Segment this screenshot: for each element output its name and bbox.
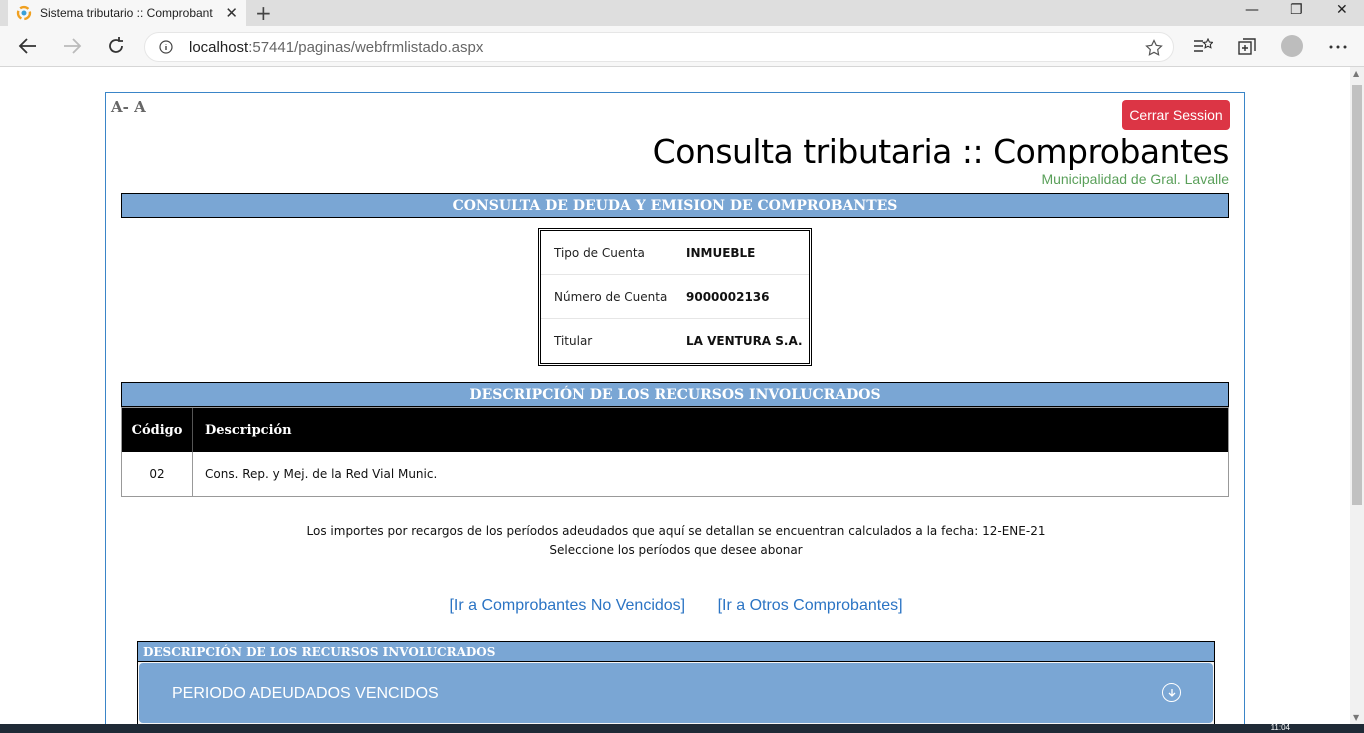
- minimize-icon[interactable]: —: [1245, 2, 1259, 18]
- address-bar[interactable]: localhost:57441/paginas/webfrmlistado.as…: [144, 32, 1174, 62]
- window-close-icon[interactable]: ✕: [1336, 2, 1348, 18]
- page-title: Consulta tributaria :: Comprobantes: [652, 132, 1230, 171]
- chevron-down-glyph: [1168, 688, 1175, 697]
- periods-panel: DESCRIPCIÓN DE LOS RECURSOS INVOLUCRADOS…: [137, 641, 1215, 724]
- column-header-descripcion: Descripción: [205, 423, 292, 438]
- site-favicon-icon: [16, 5, 32, 21]
- page-subtitle: Municipalidad de Gral. Lavalle: [1041, 171, 1229, 187]
- table-row: 02 Cons. Rep. y Mej. de la Red Vial Muni…: [122, 452, 1228, 496]
- section-header-consulta: CONSULTA DE DEUDA Y EMISION DE COMPROBAN…: [121, 193, 1229, 218]
- vertical-scrollbar[interactable]: ▲ ▼: [1350, 67, 1364, 724]
- back-arrow-icon[interactable]: [18, 37, 38, 55]
- cell-codigo: 02: [122, 452, 193, 496]
- page-viewport: A- A Cerrar Session Consulta tributaria …: [0, 67, 1364, 724]
- account-value: INMUEBLE: [686, 246, 756, 260]
- new-tab-icon[interactable]: +: [255, 1, 272, 25]
- site-info-icon[interactable]: [159, 40, 173, 54]
- more-menu-icon[interactable]: [1329, 45, 1347, 49]
- account-row: Titular LA VENTURA S.A.: [541, 319, 809, 363]
- account-value: LA VENTURA S.A.: [686, 334, 803, 348]
- url-path: :57441/paginas/webfrmlistado.aspx: [248, 39, 484, 56]
- column-header-codigo: Código: [122, 408, 193, 452]
- refresh-icon[interactable]: [106, 36, 126, 56]
- page-container: A- A Cerrar Session Consulta tributaria …: [105, 92, 1245, 724]
- tab-close-icon[interactable]: ✕: [225, 4, 238, 22]
- url-text: localhost:57441/paginas/webfrmlistado.as…: [189, 39, 483, 56]
- chevron-down-icon[interactable]: [1162, 683, 1181, 702]
- recargos-note: Los importes por recargos de los período…: [306, 524, 1046, 538]
- account-value: 9000002136: [686, 290, 770, 304]
- scroll-down-icon[interactable]: ▼: [1353, 713, 1359, 722]
- profile-avatar-icon[interactable]: [1281, 35, 1303, 57]
- favorite-star-icon[interactable]: [1145, 39, 1163, 57]
- link-comprobantes-no-vencidos[interactable]: [Ir a Comprobantes No Vencidos]: [449, 597, 685, 614]
- accordion-periodos-vencidos[interactable]: PERIODO ADEUDADOS VENCIDOS: [139, 663, 1213, 723]
- table-header-row: Código Descripción: [122, 408, 1228, 452]
- panel-header: DESCRIPCIÓN DE LOS RECURSOS INVOLUCRADOS: [138, 642, 1214, 662]
- account-label: Tipo de Cuenta: [554, 246, 645, 260]
- accordion-title: PERIODO ADEUDADOS VENCIDOS: [172, 685, 439, 702]
- url-host: localhost: [189, 39, 249, 56]
- os-taskbar: 11:04: [0, 723, 1364, 733]
- logout-button[interactable]: Cerrar Session: [1122, 100, 1230, 130]
- tab-title: Sistema tributario :: Comprobant: [39, 6, 213, 20]
- browser-toolbar: localhost:57441/paginas/webfrmlistado.as…: [0, 26, 1364, 67]
- tab-strip: Sistema tributario :: Comprobant ✕ + — ❐…: [0, 0, 1364, 26]
- select-periods-note: Seleccione los períodos que desee abonar: [549, 543, 803, 557]
- navigation-links: [Ir a Comprobantes No Vencidos] [Ir a Ot…: [106, 597, 1246, 615]
- restore-icon[interactable]: ❐: [1290, 2, 1303, 18]
- resources-table: Código Descripción 02 Cons. Rep. y Mej. …: [121, 407, 1229, 497]
- account-row: Tipo de Cuenta INMUEBLE: [541, 231, 809, 275]
- account-label: Número de Cuenta: [554, 290, 668, 304]
- taskbar-clock: 11:04: [1270, 723, 1290, 732]
- favorites-list-icon[interactable]: [1193, 38, 1213, 54]
- cell-descripcion: Cons. Rep. y Mej. de la Red Vial Munic.: [205, 467, 438, 481]
- scroll-up-icon[interactable]: ▲: [1353, 69, 1359, 78]
- account-info-table: Tipo de Cuenta INMUEBLE Número de Cuenta…: [538, 228, 812, 366]
- font-size-controls[interactable]: A- A: [111, 98, 146, 116]
- scrollbar-thumb[interactable]: [1352, 85, 1362, 505]
- account-label: Titular: [554, 334, 593, 348]
- forward-arrow-icon[interactable]: [62, 37, 82, 55]
- collections-icon[interactable]: [1238, 38, 1256, 55]
- browser-tab[interactable]: Sistema tributario :: Comprobant ✕: [8, 0, 246, 26]
- link-otros-comprobantes[interactable]: [Ir a Otros Comprobantes]: [718, 597, 903, 614]
- section-header-recursos: DESCRIPCIÓN DE LOS RECURSOS INVOLUCRADOS: [121, 382, 1229, 407]
- account-row: Número de Cuenta 9000002136: [541, 275, 809, 319]
